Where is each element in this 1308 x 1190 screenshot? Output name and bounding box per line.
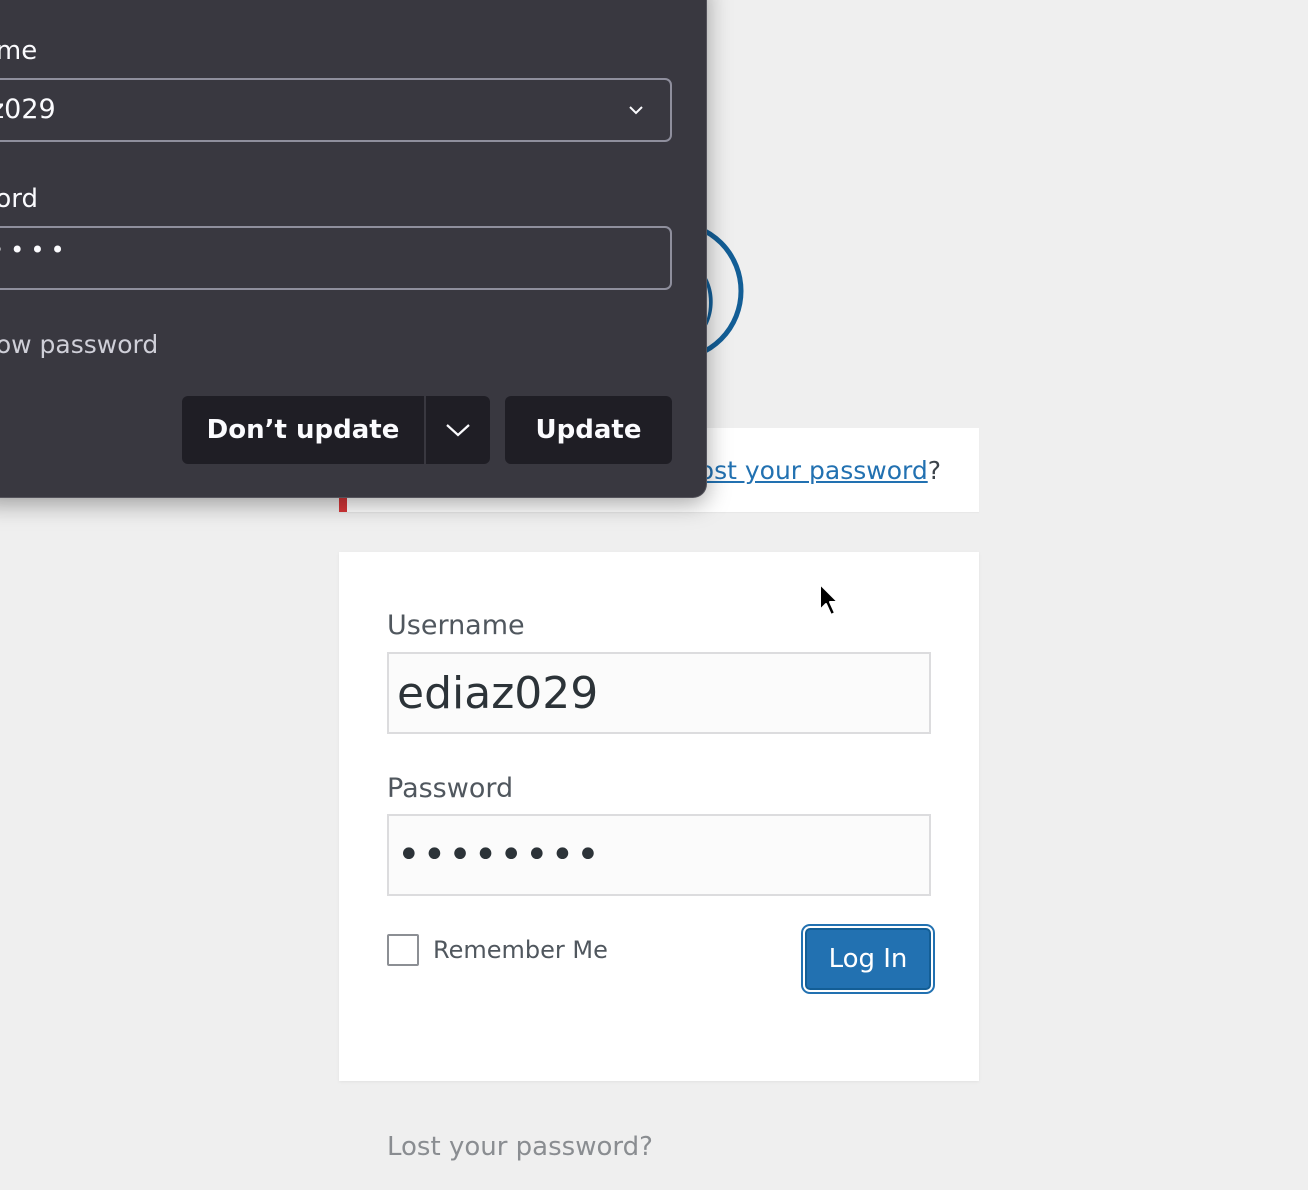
dont-update-split-button: Don’t update bbox=[182, 396, 490, 464]
popup-password-label: vord bbox=[0, 184, 39, 214]
remember-me-checkbox[interactable] bbox=[387, 934, 419, 966]
dont-update-menu-button[interactable] bbox=[426, 396, 490, 464]
popup-password-dots: •••• bbox=[0, 236, 71, 264]
notice-lost-password-link[interactable]: ost your password bbox=[699, 456, 928, 485]
remember-me-label: Remember Me bbox=[433, 936, 608, 964]
show-password-toggle[interactable]: how password bbox=[0, 330, 158, 359]
chevron-down-icon bbox=[446, 424, 470, 437]
notice-text: ost your password? bbox=[699, 456, 941, 485]
log-in-button[interactable]: Log In bbox=[805, 928, 931, 990]
dont-update-button[interactable]: Don’t update bbox=[182, 396, 426, 464]
login-form: Username Password Remember Me Log In bbox=[339, 552, 979, 1081]
username-input[interactable] bbox=[387, 652, 931, 734]
chevron-down-icon bbox=[629, 106, 643, 115]
popup-username-label: ame bbox=[0, 36, 38, 66]
username-label: Username bbox=[387, 610, 525, 641]
password-label: Password bbox=[387, 773, 514, 804]
popup-password-field[interactable]: •••• bbox=[0, 226, 672, 290]
notice-suffix: ? bbox=[927, 456, 941, 485]
password-input[interactable] bbox=[387, 814, 931, 896]
update-button[interactable]: Update bbox=[505, 396, 672, 464]
mouse-pointer-icon bbox=[819, 583, 839, 616]
lost-password-link[interactable]: Lost your password? bbox=[387, 1132, 653, 1162]
popup-username-value: z029 bbox=[0, 94, 56, 125]
remember-me[interactable]: Remember Me bbox=[387, 934, 608, 966]
password-manager-popup: ame z029 vord •••• how password Don’t up… bbox=[0, 0, 707, 498]
popup-username-select[interactable]: z029 bbox=[0, 78, 672, 142]
